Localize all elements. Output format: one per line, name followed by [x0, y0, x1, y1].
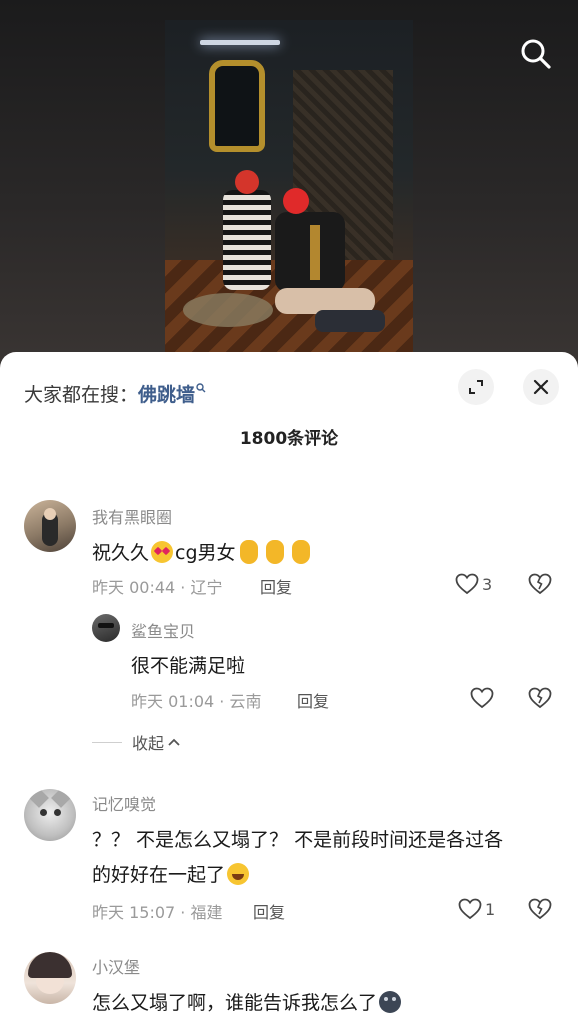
- comment-username[interactable]: 我有黑眼圈: [92, 504, 172, 528]
- comment-username[interactable]: 鲨鱼宝贝: [131, 618, 195, 642]
- hot-search[interactable]: 大家都在搜：佛跳墙: [24, 376, 206, 407]
- comment-text: 祝久久 cg男女: [92, 538, 314, 565]
- comment-meta: 昨天 00:44 · 辽宁: [92, 578, 223, 597]
- comment-text-line-1: ？？ 不是怎么又塌了？ 不是前段时间还是各过各: [92, 829, 504, 851]
- like-button[interactable]: 3: [455, 573, 492, 595]
- hot-search-label: 大家都在搜：: [24, 384, 139, 406]
- reply-button[interactable]: 回复: [260, 574, 292, 598]
- chevron-up-icon: [168, 738, 180, 746]
- heart-eyes-emoji-icon: [151, 541, 174, 563]
- praying-hands-emoji-icon: [265, 540, 284, 564]
- comment-text: 很不能满足啦: [131, 655, 246, 677]
- dark-face-emoji-icon: [379, 991, 402, 1013]
- comment-sheet: 大家都在搜：佛跳墙 1800条评论 我有黑眼圈 祝久久 cg男女 昨天 00:44…: [0, 352, 578, 1024]
- comment-meta: 昨天 15:07 · 福建: [92, 903, 223, 922]
- post-photo[interactable]: [165, 20, 413, 355]
- small-search-icon: [196, 376, 206, 398]
- reply-button[interactable]: 回复: [253, 899, 285, 923]
- avatar[interactable]: [24, 952, 76, 1004]
- comment-count: 1800条评论: [239, 429, 339, 449]
- heart-icon: [470, 687, 494, 709]
- reply-button[interactable]: 回复: [297, 688, 329, 712]
- sheet-header: 大家都在搜：佛跳墙: [0, 352, 578, 426]
- hot-search-keyword[interactable]: 佛跳墙: [138, 384, 195, 406]
- like-button[interactable]: [470, 687, 494, 709]
- grin-emoji-icon: [227, 863, 250, 885]
- like-button[interactable]: 1: [458, 898, 495, 920]
- avatar[interactable]: [24, 789, 76, 841]
- broken-heart-icon[interactable]: [528, 573, 552, 599]
- heart-icon: [455, 573, 479, 595]
- like-count: 1: [485, 899, 496, 919]
- comment-text-line-2: 的好好在一起了: [92, 860, 251, 887]
- heart-icon: [458, 898, 482, 920]
- search-icon[interactable]: [518, 36, 554, 72]
- like-count: 3: [482, 574, 493, 594]
- comment-meta: 昨天 01:04 · 云南: [131, 692, 262, 711]
- comment-text: 怎么又塌了啊，谁能告诉我怎么了: [92, 988, 403, 1015]
- avatar[interactable]: [24, 500, 76, 552]
- praying-hands-emoji-icon: [291, 540, 310, 564]
- video-area: [0, 0, 578, 370]
- comment-username[interactable]: 记忆嗅觉: [92, 791, 156, 815]
- avatar[interactable]: [92, 614, 120, 642]
- praying-hands-emoji-icon: [239, 540, 258, 564]
- collapse-replies-button[interactable]: 收起: [92, 730, 181, 754]
- comment-username[interactable]: 小汉堡: [92, 954, 140, 978]
- broken-heart-icon[interactable]: [528, 687, 552, 713]
- broken-heart-icon[interactable]: [528, 898, 552, 924]
- expand-icon[interactable]: [458, 369, 494, 405]
- close-icon[interactable]: [523, 369, 559, 405]
- collapse-label: 收起: [132, 734, 165, 753]
